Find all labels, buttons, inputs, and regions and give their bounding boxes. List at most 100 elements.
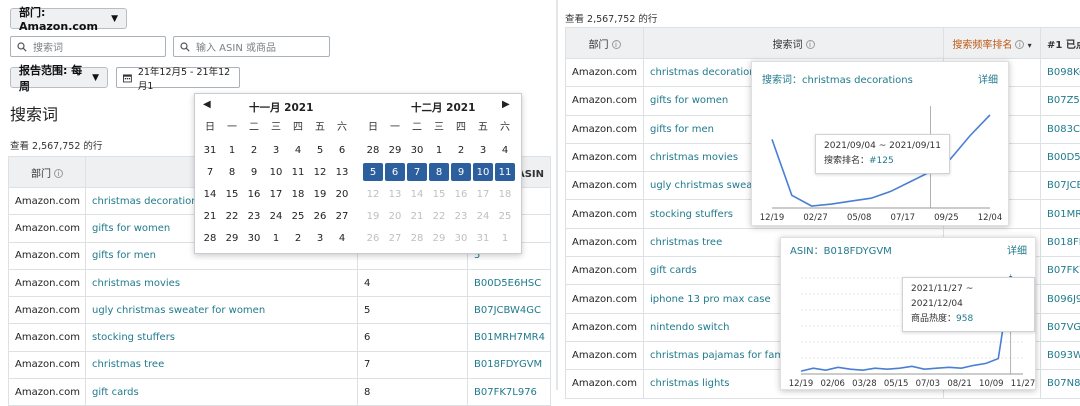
x-tick-label: 12/19	[789, 379, 814, 389]
department-cell: Amazon.com	[9, 269, 86, 296]
table-row: Amazon.comchristmas tree7B018FDYGVM	[9, 351, 551, 378]
asin-link[interactable]: B098KC	[1041, 59, 1080, 87]
department-cell: Amazon.com	[566, 313, 644, 341]
asin-link[interactable]: B07N8C	[1041, 370, 1080, 398]
report-range-dropdown[interactable]: 报告范围: 每周 ▼	[10, 67, 108, 88]
calendar-day[interactable]: 11	[287, 161, 309, 183]
calendar-day[interactable]: 24	[265, 205, 287, 227]
calendar-day: 22	[428, 205, 450, 227]
calendar-day-selected[interactable]: 11	[495, 163, 515, 181]
calendar-day[interactable]: 14	[199, 183, 221, 205]
calendar-day[interactable]: 17	[265, 183, 287, 205]
calendar-day[interactable]: 22	[221, 205, 243, 227]
calendar-day[interactable]: 3	[265, 139, 287, 161]
asin-link[interactable]: B01MRH	[1041, 200, 1080, 228]
calendar-day[interactable]: 4	[331, 227, 353, 249]
calendar-day[interactable]: 1	[221, 139, 243, 161]
asin-link[interactable]: B07Z5L	[1041, 87, 1080, 115]
asin-link[interactable]: B07JCBW4GC	[468, 297, 551, 324]
calendar-day[interactable]: 29	[221, 227, 243, 249]
asin-link[interactable]: B01MRH7MR4	[468, 324, 551, 351]
calendar-day[interactable]: 12	[309, 161, 331, 183]
asin-search-input[interactable]: 输入 ASIN 或商品	[173, 36, 330, 57]
asin-link[interactable]: B00D5E6HSC	[468, 269, 551, 296]
calendar-day[interactable]: 2	[243, 139, 265, 161]
calendar-day[interactable]: 21	[199, 205, 221, 227]
asin-link[interactable]: B096J9	[1041, 285, 1080, 313]
calendar-day[interactable]: 31	[199, 139, 221, 161]
column-header-search-frequency-rank[interactable]: 搜索频率排名i ▾	[944, 28, 1041, 59]
calendar-day[interactable]: 6	[331, 139, 353, 161]
calendar-day[interactable]: 29	[384, 139, 406, 161]
department-cell: Amazon.com	[9, 297, 86, 324]
calendar-day[interactable]: 8	[221, 161, 243, 183]
search-term-link[interactable]: christmas tree	[86, 351, 358, 378]
tooltip-range: 2021/11/27 ~ 2021/12/04	[911, 282, 1026, 312]
calendar-day-selected[interactable]: 5	[363, 163, 383, 181]
calendar-day[interactable]: 13	[331, 161, 353, 183]
calendar-day[interactable]: 1	[265, 227, 287, 249]
department-cell: Amazon.com	[566, 370, 644, 398]
search-term-link[interactable]: gift cards	[86, 379, 358, 406]
calendar-day[interactable]: 16	[243, 183, 265, 205]
search-term-link[interactable]: ugly christmas sweater for women	[86, 297, 358, 324]
asin-link[interactable]: B07VGR	[1041, 313, 1080, 341]
rank-cell: 4	[358, 269, 468, 296]
report-range-label: 报告范围: 每周	[19, 62, 84, 94]
calendar-day[interactable]: 15	[221, 183, 243, 205]
search-term-link[interactable]: christmas movies	[86, 269, 358, 296]
calendar-day[interactable]: 19	[309, 183, 331, 205]
column-header-top-asin[interactable]: #1 已点	[1041, 28, 1080, 59]
calendar-day[interactable]: 26	[309, 205, 331, 227]
asin-link[interactable]: B07JCB	[1041, 172, 1080, 200]
calendar-day[interactable]: 18	[287, 183, 309, 205]
weekday-label: 六	[494, 114, 516, 136]
date-range-field[interactable]: 21年12月5 - 21年12月1	[116, 67, 240, 88]
calendar-day[interactable]: 5	[309, 139, 331, 161]
calendar-day[interactable]: 20	[331, 183, 353, 205]
calendar-day[interactable]: 30	[406, 139, 428, 161]
calendar-day-selected[interactable]: 7	[407, 163, 427, 181]
calendar-day[interactable]: 28	[362, 139, 384, 161]
calendar-day-selected[interactable]: 9	[451, 163, 471, 181]
next-month-icon[interactable]: ▶	[502, 99, 510, 110]
right-month-title: 十二月 2021	[411, 100, 475, 115]
calendar-day[interactable]: 7	[199, 161, 221, 183]
calendar-day[interactable]: 30	[243, 227, 265, 249]
calendar-day[interactable]: 3	[472, 139, 494, 161]
calendar-day[interactable]: 28	[199, 227, 221, 249]
department-dropdown[interactable]: 部门: Amazon.com ▼	[10, 8, 127, 29]
calendar-day: 26	[362, 227, 384, 249]
calendar-day[interactable]: 2	[450, 139, 472, 161]
calendar-day[interactable]: 27	[331, 205, 353, 227]
calendar-day-selected[interactable]: 10	[473, 163, 493, 181]
asin-link[interactable]: B07FK7L976	[468, 379, 551, 406]
column-header-department[interactable]: 部门i	[566, 28, 644, 59]
prev-month-icon[interactable]: ◀	[203, 99, 211, 110]
calendar-day[interactable]: 3	[309, 227, 331, 249]
asin-link[interactable]: B07FK7	[1041, 257, 1080, 285]
calendar-day[interactable]: 9	[243, 161, 265, 183]
calendar-day[interactable]: 1	[428, 139, 450, 161]
department-cell: Amazon.com	[566, 200, 644, 228]
asin-link[interactable]: B018FDYGVM	[468, 351, 551, 378]
search-term-link[interactable]: stocking stuffers	[86, 324, 358, 351]
column-header-search-term[interactable]: 搜索词i	[644, 28, 944, 59]
calendar-day[interactable]: 4	[287, 139, 309, 161]
search-term-input[interactable]: 搜索词	[10, 36, 166, 57]
calendar-day[interactable]: 23	[243, 205, 265, 227]
calendar-day-selected[interactable]: 8	[429, 163, 449, 181]
calendar-day[interactable]: 25	[287, 205, 309, 227]
weekday-label: 一	[221, 114, 243, 136]
asin-link[interactable]: B018FD	[1041, 228, 1080, 256]
tooltip-metric-row: 搜索排名：#125	[824, 154, 941, 169]
calendar-day-selected[interactable]: 6	[385, 163, 405, 181]
asin-link[interactable]: B00D5E	[1041, 143, 1080, 171]
calendar-day: 1	[494, 227, 516, 249]
calendar-day[interactable]: 2	[287, 227, 309, 249]
calendar-day[interactable]: 4	[494, 139, 516, 161]
calendar-day[interactable]: 10	[265, 161, 287, 183]
column-header-department[interactable]: 部门i	[9, 157, 86, 188]
asin-link[interactable]: B093WR	[1041, 341, 1080, 369]
asin-link[interactable]: B083C4	[1041, 115, 1080, 143]
